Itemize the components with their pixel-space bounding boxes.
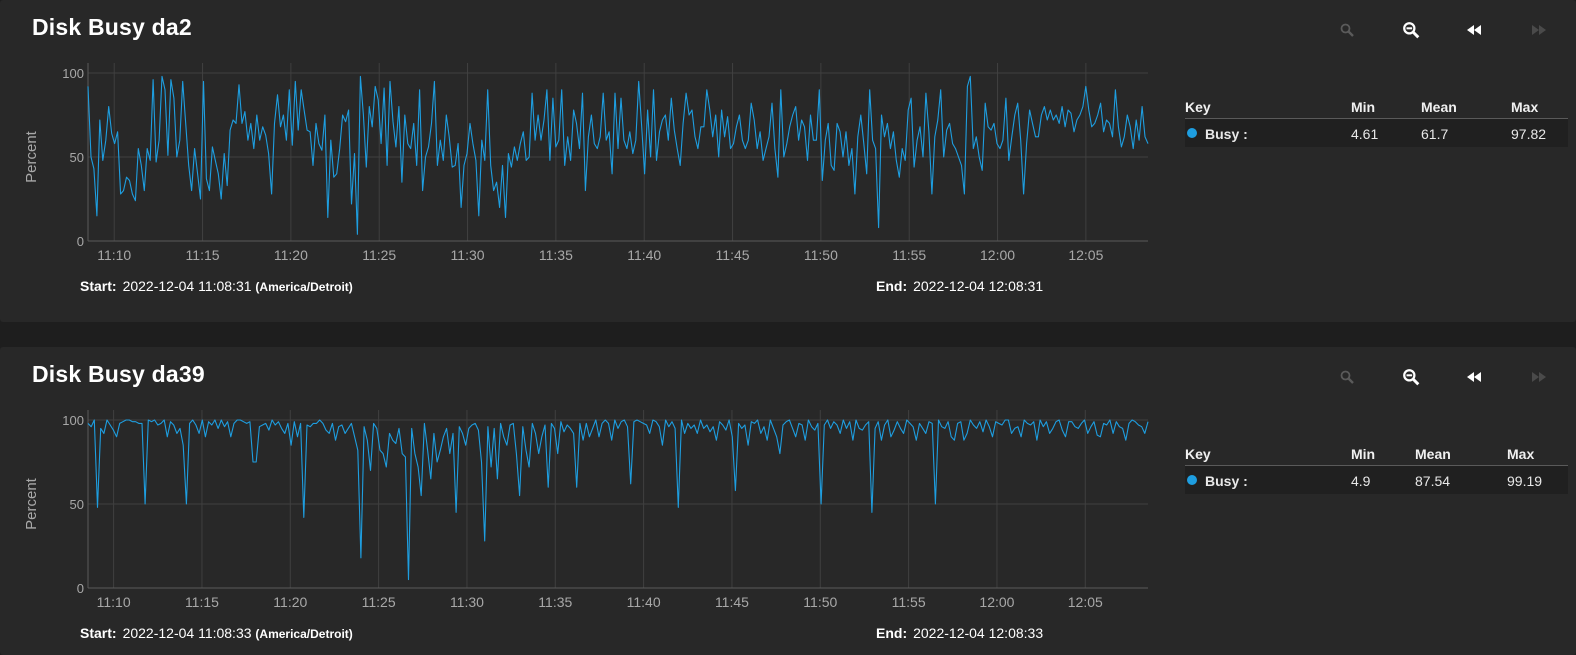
legend-table: Key Min Mean Max Busy : 4.61 61.7 97.82 <box>1185 96 1568 147</box>
disk-busy-da2-chart: 0 50 100 11:10 11:15 11:20 11:25 11:30 11:35 11:4… <box>23 63 1149 263</box>
start-range: Start: 2022-12-04 11:08:31 (America/Detro… <box>80 278 353 294</box>
x-tick-label: 12:00 <box>980 247 1015 263</box>
legend-max-value: 97.82 <box>1511 126 1547 142</box>
legend-key-header: Key <box>1185 446 1211 462</box>
x-tick-label: 11:10 <box>97 247 131 263</box>
end-value: 2022-12-04 12:08:31 <box>913 278 1044 294</box>
legend-key-header: Key <box>1185 99 1211 115</box>
step-back-button[interactable] <box>1457 365 1491 389</box>
legend-series-name: Busy : <box>1205 126 1248 142</box>
zoom-in-icon <box>1340 370 1354 384</box>
y-tick-label: 50 <box>70 497 84 512</box>
disk-busy-da39-panel: Disk Busy da39 0 50 100 11:10 11:15 11:2… <box>0 347 1576 655</box>
legend-row-busy: Busy : 4.61 61.7 97.82 <box>1185 119 1568 147</box>
x-tick-label: 11:40 <box>627 594 661 610</box>
legend-header: Key Min Mean Max <box>1185 443 1568 466</box>
legend-min-value: 4.9 <box>1351 473 1371 489</box>
zoom-in-button[interactable] <box>1330 18 1364 42</box>
end-value: 2022-12-04 12:08:33 <box>913 625 1044 641</box>
step-forward-icon <box>1532 372 1546 382</box>
y-tick-label: 100 <box>62 413 84 428</box>
end-label: End: <box>876 625 908 641</box>
x-tick-label: 12:05 <box>1068 247 1103 263</box>
x-tick-label: 11:10 <box>97 594 131 610</box>
x-tick-label: 11:40 <box>627 247 661 263</box>
y-tick-label: 50 <box>70 150 84 165</box>
x-tick-label: 11:35 <box>539 247 573 263</box>
x-tick-label: 11:15 <box>185 594 219 610</box>
series-color-dot <box>1187 475 1197 485</box>
end-range: End: 2022-12-04 12:08:31 <box>876 278 1043 294</box>
start-value: 2022-12-04 11:08:31 <box>122 278 252 294</box>
disk-busy-da39-chart: 0 50 100 11:10 11:15 11:20 11:25 11:30 11:35 11:4… <box>23 410 1149 610</box>
timezone-label: (America/Detroit) <box>255 280 353 294</box>
x-tick-label: 11:30 <box>450 594 484 610</box>
zoom-out-button[interactable] <box>1394 365 1428 389</box>
zoom-out-icon <box>1403 22 1420 39</box>
chart-toolbar <box>1330 18 1570 42</box>
series-line-busy <box>87 419 1149 581</box>
x-tick-label: 11:50 <box>803 594 837 610</box>
legend-row-busy: Busy : 4.9 87.54 99.19 <box>1185 466 1568 494</box>
x-tick-label: 12:00 <box>979 594 1014 610</box>
x-tick-label: 11:50 <box>804 247 838 263</box>
panel-title: Disk Busy da39 <box>32 361 205 387</box>
x-tick-label: 11:25 <box>362 594 396 610</box>
series-line-busy <box>87 75 1149 235</box>
y-tick-label: 100 <box>62 66 84 81</box>
legend-max-header: Max <box>1511 99 1539 115</box>
start-value: 2022-12-04 11:08:33 <box>122 625 252 641</box>
x-tick-label: 12:05 <box>1068 594 1103 610</box>
zoom-in-icon <box>1340 23 1354 37</box>
chart-toolbar <box>1330 365 1570 389</box>
step-forward-icon <box>1532 25 1546 35</box>
legend-max-header: Max <box>1507 446 1535 462</box>
x-tick-label: 11:55 <box>892 594 926 610</box>
start-label: Start: <box>80 625 117 641</box>
start-range: Start: 2022-12-04 11:08:33 (America/Detro… <box>80 625 353 641</box>
legend-mean-value: 61.7 <box>1421 126 1449 142</box>
panel-title: Disk Busy da2 <box>32 14 192 40</box>
x-tick-label: 11:25 <box>362 247 396 263</box>
disk-busy-da2-panel: Disk Busy da2 0 50 100 11:10 11:15 11:20… <box>0 0 1576 322</box>
zoom-in-button[interactable] <box>1330 365 1364 389</box>
zoom-out-icon <box>1403 369 1420 386</box>
legend-min-value: 4.61 <box>1351 126 1379 142</box>
step-back-icon <box>1467 25 1481 35</box>
x-tick-label: 11:20 <box>274 247 308 263</box>
step-forward-button[interactable] <box>1522 18 1556 42</box>
y-axis-label: Percent <box>23 477 40 530</box>
start-label: Start: <box>80 278 117 294</box>
step-forward-button[interactable] <box>1522 365 1556 389</box>
y-tick-label: 0 <box>77 234 84 249</box>
x-tick-label: 11:55 <box>892 247 926 263</box>
legend-min-header: Min <box>1351 99 1376 115</box>
legend-max-value: 99.19 <box>1507 473 1543 489</box>
legend-mean-header: Mean <box>1421 99 1457 115</box>
legend-header: Key Min Mean Max <box>1185 96 1568 119</box>
series-color-dot <box>1187 128 1197 138</box>
x-tick-label: 11:45 <box>716 247 750 263</box>
x-tick-label: 11:35 <box>538 594 572 610</box>
zoom-out-button[interactable] <box>1394 18 1428 42</box>
legend-min-header: Min <box>1351 446 1376 462</box>
legend-series-name: Busy : <box>1205 473 1248 489</box>
timezone-label: (America/Detroit) <box>255 627 353 641</box>
end-label: End: <box>876 278 908 294</box>
step-back-button[interactable] <box>1457 18 1491 42</box>
x-tick-label: 11:15 <box>186 247 220 263</box>
x-tick-label: 11:30 <box>451 247 485 263</box>
y-tick-label: 0 <box>77 581 84 596</box>
end-range: End: 2022-12-04 12:08:33 <box>876 625 1043 641</box>
step-back-icon <box>1467 372 1481 382</box>
legend-mean-header: Mean <box>1415 446 1451 462</box>
y-axis-label: Percent <box>23 130 40 183</box>
legend-mean-value: 87.54 <box>1415 473 1451 489</box>
x-tick-label: 11:20 <box>273 594 307 610</box>
legend-table: Key Min Mean Max Busy : 4.9 87.54 99.19 <box>1185 443 1568 494</box>
x-tick-label: 11:45 <box>715 594 749 610</box>
